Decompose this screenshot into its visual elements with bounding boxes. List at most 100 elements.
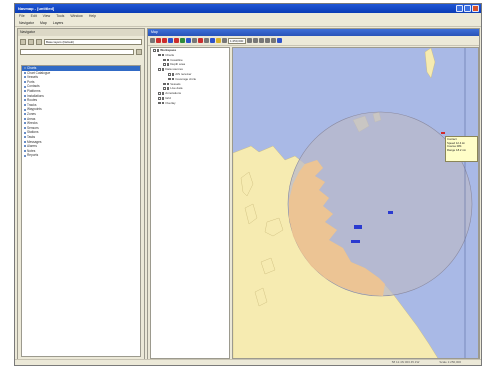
folder-icon: [24, 131, 26, 134]
tooltip-line: Range 18.2 nm: [447, 147, 467, 152]
visibility-checkbox[interactable]: [161, 97, 165, 100]
tab-map[interactable]: Map: [40, 21, 47, 25]
contact-marker[interactable]: [351, 240, 360, 243]
visibility-checkbox[interactable]: [166, 82, 170, 86]
alarm-icon[interactable]: [174, 38, 179, 43]
visibility-checkbox[interactable]: [166, 58, 170, 62]
expander-icon[interactable]: [158, 97, 161, 100]
vessel-icon[interactable]: [186, 38, 191, 43]
visibility-checkbox[interactable]: [171, 77, 175, 81]
visibility-checkbox[interactable]: [161, 53, 165, 57]
secondary-toolbar: Navigator Map Layers: [15, 20, 481, 27]
menu-bar: File Edit View Tools Window Help: [15, 13, 481, 20]
menu-help[interactable]: Help: [89, 14, 96, 19]
folder-icon: [24, 136, 26, 139]
folder-icon: [24, 149, 26, 152]
navigator-header: Navigator: [18, 29, 144, 36]
open-icon[interactable]: [28, 38, 34, 45]
visibility-checkbox[interactable]: [166, 87, 170, 91]
folder-icon: [24, 76, 26, 79]
record-icon[interactable]: [162, 38, 167, 43]
expander-icon[interactable]: [158, 68, 161, 71]
visibility-checkbox[interactable]: [166, 63, 170, 67]
minimize-button[interactable]: [456, 5, 463, 12]
contact-marker[interactable]: [354, 225, 362, 229]
folder-icon: [24, 94, 26, 97]
visibility-checkbox[interactable]: [161, 101, 165, 105]
menu-file[interactable]: File: [19, 14, 25, 19]
folder-icon: [24, 127, 26, 130]
pointer-icon[interactable]: [150, 38, 155, 43]
highlight-icon[interactable]: [216, 38, 221, 43]
tree-node[interactable]: Overlay: [151, 101, 229, 106]
globe-icon[interactable]: [277, 38, 282, 43]
window-controls: [456, 5, 479, 12]
close-button[interactable]: [472, 5, 479, 12]
save-icon[interactable]: [36, 38, 42, 45]
window-title: Navmap - [untitled]: [18, 6, 55, 11]
visibility-checkbox[interactable]: [161, 68, 165, 71]
visibility-checkbox[interactable]: [161, 92, 165, 95]
folder-icon: [24, 81, 26, 84]
map-window-title: Map: [148, 29, 479, 36]
contact-marker[interactable]: [388, 211, 393, 214]
grid-icon[interactable]: [204, 38, 209, 43]
menu-view[interactable]: View: [43, 14, 51, 19]
title-bar: Navmap - [untitled]: [15, 4, 481, 13]
zoom-in-icon[interactable]: [247, 38, 252, 43]
zoom-extent-icon[interactable]: [259, 38, 264, 43]
visibility-checkbox[interactable]: [156, 49, 160, 52]
expander-icon[interactable]: [158, 101, 161, 105]
expander-icon[interactable]: [168, 77, 171, 81]
tab-layers[interactable]: Layers: [53, 21, 64, 25]
refresh-icon[interactable]: [265, 38, 270, 43]
measure-icon[interactable]: [192, 38, 197, 43]
visibility-checkbox[interactable]: [171, 73, 175, 76]
expander-icon[interactable]: [158, 53, 161, 57]
menu-edit[interactable]: Edit: [31, 14, 37, 19]
expander-icon[interactable]: [163, 87, 166, 91]
settings-icon[interactable]: [271, 38, 276, 43]
pan-icon[interactable]: [210, 38, 215, 43]
navigator-panel: Navigator Base layers (Default) Charts C…: [17, 28, 145, 361]
expander-icon[interactable]: [163, 58, 166, 62]
zoom-out-icon[interactable]: [253, 38, 258, 43]
stop-icon[interactable]: [156, 38, 161, 43]
filter-input[interactable]: [20, 48, 134, 55]
folder-icon: [24, 71, 26, 74]
map-svg[interactable]: [233, 48, 479, 359]
folder-icon: [24, 154, 26, 157]
new-icon[interactable]: [20, 38, 26, 45]
map-document-window: Map 1:250,000 Workspace Charts Coastline De…: [147, 28, 480, 361]
folder-icon: [24, 113, 26, 116]
list-item[interactable]: Reports: [22, 153, 140, 158]
application-window: Navmap - [untitled] File Edit View Tools…: [14, 3, 482, 366]
layer-icon[interactable]: [168, 38, 173, 43]
route-icon[interactable]: [180, 38, 185, 43]
map-canvas[interactable]: Contact Speed 12.4 kn Course 084 Range 1…: [232, 47, 479, 359]
expander-icon[interactable]: [158, 92, 161, 95]
maximize-button[interactable]: [464, 5, 471, 12]
tab-navigator[interactable]: Navigator: [19, 21, 34, 25]
menu-window[interactable]: Window: [70, 14, 82, 19]
expander-icon[interactable]: [168, 73, 171, 76]
expander-icon[interactable]: [153, 49, 156, 52]
folder-icon: [24, 108, 26, 111]
filter-icon[interactable]: [136, 48, 142, 55]
menu-tools[interactable]: Tools: [56, 14, 64, 19]
folder-icon: [24, 90, 26, 93]
folder-icon: [24, 117, 26, 120]
zoom-level-input[interactable]: 1:250,000: [228, 37, 246, 44]
expander-icon[interactable]: [163, 82, 166, 86]
selected-contact-marker[interactable]: [441, 132, 445, 134]
folder-icon: [24, 122, 26, 125]
print-icon[interactable]: [222, 38, 227, 43]
tree-node-label: Overlay: [165, 100, 176, 105]
marker-icon[interactable]: [198, 38, 203, 43]
layers-tree: Workspace Charts Coastline Depth area Data s…: [150, 47, 230, 359]
status-scale: Scale 1:250,000: [439, 360, 461, 364]
expander-icon[interactable]: [163, 63, 166, 67]
folder-icon: [24, 99, 26, 102]
layer-set-dropdown[interactable]: Base layers (Default): [44, 38, 142, 45]
folder-icon: [24, 104, 26, 107]
